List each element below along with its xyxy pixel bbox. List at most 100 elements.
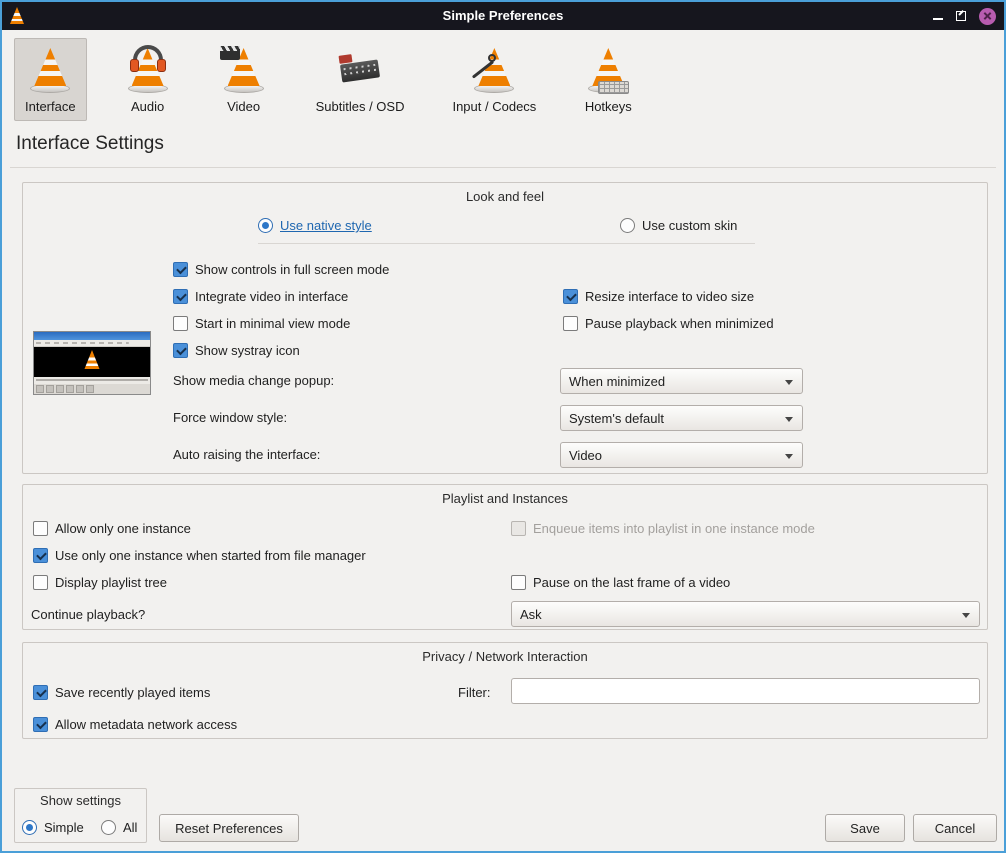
radio-settings-all[interactable]: All: [101, 819, 137, 836]
checkbox-label: Pause on the last frame of a video: [533, 575, 730, 590]
titlebar[interactable]: Simple Preferences: [2, 2, 1004, 30]
window-style-label: Force window style:: [173, 409, 287, 426]
checkbox-box[interactable]: [33, 717, 48, 732]
chevron-down-icon: [785, 380, 793, 385]
tab-audio[interactable]: Audio: [113, 38, 183, 121]
checkbox-pause-minimized[interactable]: Pause playback when minimized: [563, 315, 774, 332]
minimize-icon[interactable]: [933, 18, 943, 20]
checkbox-integrate-video[interactable]: Integrate video in interface: [173, 288, 348, 305]
checkbox-box[interactable]: [33, 548, 48, 563]
checkbox-save-recently-played[interactable]: Save recently played items: [33, 684, 210, 701]
window-controls: [933, 2, 996, 30]
checkbox-label: Pause playback when minimized: [585, 316, 774, 331]
filter-label: Filter:: [458, 684, 491, 701]
radio-button[interactable]: [620, 218, 635, 233]
reset-preferences-button[interactable]: Reset Preferences: [159, 814, 299, 842]
tab-label: Hotkeys: [585, 99, 632, 114]
window-style-dropdown[interactable]: System's default: [560, 405, 803, 431]
video-clapper-cone-icon: [220, 46, 268, 94]
tab-label: Video: [227, 99, 260, 114]
preview-seekbar: [34, 377, 150, 384]
group-title: Playlist and Instances: [23, 491, 987, 506]
media-popup-label: Show media change popup:: [173, 372, 334, 389]
radio-settings-simple[interactable]: Simple: [22, 819, 84, 836]
checkbox-box[interactable]: [563, 289, 578, 304]
checkbox-file-manager-instance[interactable]: Use only one instance when started from …: [33, 547, 366, 564]
checkbox-label: Allow only one instance: [55, 521, 191, 536]
checkbox-metadata-access[interactable]: Allow metadata network access: [33, 716, 237, 733]
tab-label: Subtitles / OSD: [316, 99, 405, 114]
chevron-down-icon: [962, 613, 970, 618]
checkbox-label: Save recently played items: [55, 685, 210, 700]
preview-controls: [34, 384, 150, 394]
tab-label: Interface: [25, 99, 76, 114]
continue-playback-dropdown[interactable]: Ask: [511, 601, 980, 627]
heading-divider: [10, 167, 996, 168]
checkbox-label: Integrate video in interface: [195, 289, 348, 304]
radio-button[interactable]: [22, 820, 37, 835]
chevron-down-icon: [785, 417, 793, 422]
checkbox-box[interactable]: [173, 343, 188, 358]
checkbox-label: Display playlist tree: [55, 575, 167, 590]
checkbox-box[interactable]: [173, 316, 188, 331]
dropdown-value: Ask: [520, 607, 542, 622]
checkbox-label: Allow metadata network access: [55, 717, 237, 732]
checkbox-show-controls-fullscreen[interactable]: Show controls in full screen mode: [173, 261, 389, 278]
radio-label: Use native style: [280, 218, 372, 233]
page-title: Interface Settings: [16, 133, 164, 155]
audio-headphones-icon: [124, 46, 172, 94]
checkbox-box[interactable]: [563, 316, 578, 331]
dropdown-value: When minimized: [569, 374, 665, 389]
radio-use-custom-skin[interactable]: Use custom skin: [620, 217, 737, 234]
radio-use-native-style[interactable]: Use native style: [258, 217, 372, 234]
window-title: Simple Preferences: [2, 8, 1004, 23]
checkbox-playlist-tree[interactable]: Display playlist tree: [33, 574, 167, 591]
checkbox-minimal-view[interactable]: Start in minimal view mode: [173, 315, 350, 332]
checkbox-pause-last-frame[interactable]: Pause on the last frame of a video: [511, 574, 730, 591]
preview-menubar: [34, 340, 150, 347]
checkbox-label: Show controls in full screen mode: [195, 262, 389, 277]
radio-divider: [258, 243, 755, 244]
group-show-settings: Show settings Simple All: [14, 788, 147, 843]
group-playlist-instances: Playlist and Instances Allow only one in…: [22, 484, 988, 630]
tab-hotkeys[interactable]: Hotkeys: [573, 38, 643, 121]
save-button[interactable]: Save: [825, 814, 905, 842]
vlc-cone-icon: [85, 350, 100, 369]
vlc-player-preview-thumbnail: [33, 331, 151, 395]
checkbox-one-instance[interactable]: Allow only one instance: [33, 520, 191, 537]
checkbox-box[interactable]: [173, 289, 188, 304]
checkbox-box[interactable]: [33, 685, 48, 700]
group-privacy-network: Privacy / Network Interaction Save recen…: [22, 642, 988, 739]
checkbox-systray-icon[interactable]: Show systray icon: [173, 342, 300, 359]
restore-icon[interactable]: [956, 11, 966, 21]
continue-playback-label: Continue playback?: [31, 606, 145, 623]
radio-button[interactable]: [258, 218, 273, 233]
tab-input-codecs[interactable]: Input / Codecs: [441, 38, 547, 121]
checkbox-label: Enqueue items into playlist in one insta…: [533, 521, 815, 536]
checkbox-box[interactable]: [33, 575, 48, 590]
media-popup-dropdown[interactable]: When minimized: [560, 368, 803, 394]
preview-titlebar: [34, 332, 150, 340]
tab-interface[interactable]: Interface: [14, 38, 87, 121]
auto-raise-dropdown[interactable]: Video: [560, 442, 803, 468]
cancel-button[interactable]: Cancel: [913, 814, 997, 842]
checkbox-resize-interface[interactable]: Resize interface to video size: [563, 288, 754, 305]
tab-video[interactable]: Video: [209, 38, 279, 121]
group-title: Look and feel: [23, 189, 987, 204]
group-look-and-feel: Look and feel Use native style Use custo…: [22, 182, 988, 474]
radio-label: All: [123, 820, 137, 835]
filter-input[interactable]: [511, 678, 980, 704]
tab-subtitles-osd[interactable]: Subtitles / OSD: [305, 38, 416, 121]
preferences-window: Simple Preferences Interface Audio Video…: [0, 0, 1006, 853]
group-title: Privacy / Network Interaction: [23, 649, 987, 664]
checkbox-box[interactable]: [511, 575, 526, 590]
input-codecs-cone-icon: [470, 46, 518, 94]
checkbox-box[interactable]: [173, 262, 188, 277]
radio-button[interactable]: [101, 820, 116, 835]
group-title: Show settings: [15, 793, 146, 808]
hotkeys-keyboard-cone-icon: [584, 46, 632, 94]
checkbox-box: [511, 521, 526, 536]
close-icon[interactable]: [979, 8, 996, 25]
checkbox-enqueue-one-instance: Enqueue items into playlist in one insta…: [511, 520, 815, 537]
checkbox-box[interactable]: [33, 521, 48, 536]
